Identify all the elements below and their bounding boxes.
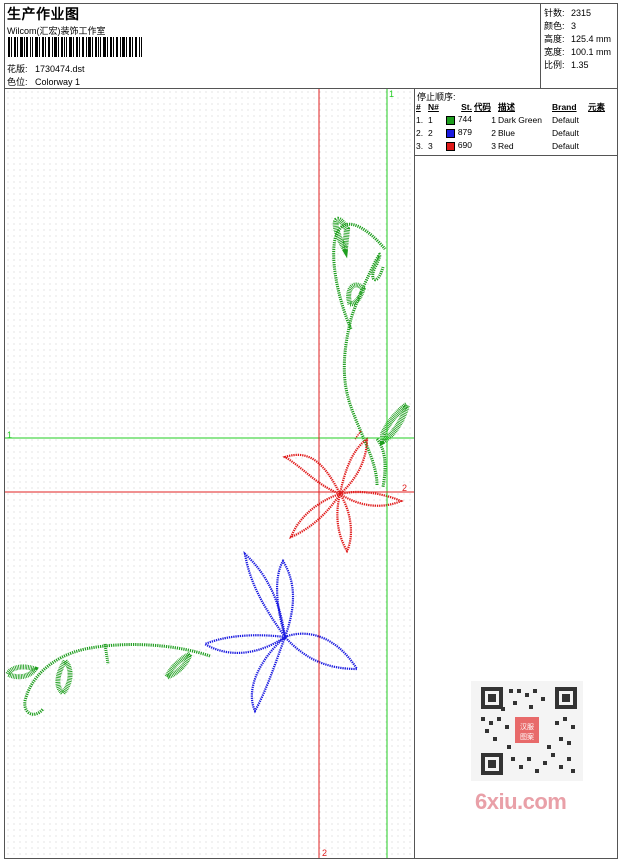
watermark-text: 6xiu.com [475,789,567,814]
col-header-stitches: St. [461,101,472,112]
stop-table-divider [414,155,618,156]
row-index: 1. [416,114,424,125]
row-description: Blue [498,127,516,138]
red-horizontal-guide-label: 2 [402,483,408,493]
panel-divider [414,88,415,859]
row-index: 3. [416,140,424,151]
colorway-label: 色位: [7,77,28,87]
green-horizontal-guide-label: 1 [7,430,13,440]
green-vine-bottom [5,643,211,716]
row-stitches: 744 [443,113,473,126]
col-header-code: 代码 [474,101,492,112]
qr-badge-text-top: 汉服 [520,723,534,731]
company-name: Wilcom(汇宏)装饰工作室 [7,26,106,36]
table-header-row: # N# St. 代码 描述 Brand 元素 [415,100,618,113]
table-row[interactable]: 2. 2 879 2 Blue Default [415,126,618,139]
row-brand: Default [552,127,579,138]
row-description: Red [498,140,514,151]
design-stats-panel: 针数: 2315 颜色: 3 高度: 125.4 mm 宽度: 100.1 mm 比例:… [540,3,618,88]
table-row[interactable]: 3. 3 690 3 Red Default [415,139,618,152]
color-swatch [446,128,456,138]
stop-sequence-panel: 停止顺序: # N# St. 代码 描述 Brand 元素 1. 1 744 1… [415,89,618,155]
row-description: Dark Green [498,114,542,125]
qr-badge-text-bottom: 图案 [520,732,534,741]
stat-width: 宽度: 100.1 mm [544,47,612,57]
stat-scale: 比例: 1.35 [544,60,589,70]
design-file-value: 1730474.dst [35,64,85,74]
row-code: 3 [491,140,496,151]
color-swatch [446,141,456,151]
row-code: 2 [491,127,496,138]
row-needle: 1 [428,114,433,125]
stop-sequence-table: # N# St. 代码 描述 Brand 元素 1. 1 744 1 Dark … [415,100,618,152]
row-stitches: 690 [443,139,473,152]
stat-stitches: 针数: 2315 [544,8,592,18]
col-header-brand: Brand [552,101,577,112]
barcode [8,37,142,57]
row-stitches: 879 [443,126,473,139]
sheet-title: 生产作业图 [7,6,80,22]
row-code: 1 [491,114,496,125]
design-file-row: 花版: 1730474.dst [7,62,85,75]
row-brand: Default [552,114,579,125]
stat-height: 高度: 125.4 mm [544,34,612,44]
embroidery-preview [5,89,414,858]
stat-colors: 颜色: 3 [544,21,577,31]
row-needle: 2 [428,127,433,138]
col-header-index: # [416,101,421,112]
row-needle: 3 [428,140,433,151]
row-brand: Default [552,140,579,151]
qr-code: 汉服 图案 [471,681,583,781]
color-swatch [446,115,456,125]
design-canvas[interactable] [5,89,414,858]
green-vine-top [332,216,412,488]
green-vertical-guide-label: 1 [389,89,395,99]
colorway-row: 色位: Colorway 1 [7,75,80,88]
col-header-element: 元素 [588,101,606,112]
row-element [587,113,618,126]
col-header-needle: N# [428,101,439,112]
row-element [587,126,618,139]
red-vertical-guide-label: 2 [322,848,328,858]
qr-code-graphic: 汉服 图案 [471,681,583,781]
table-row[interactable]: 1. 1 744 1 Dark Green Default [415,113,618,126]
row-element [587,139,618,152]
col-header-description: 描述 [498,101,516,112]
colorway-value: Colorway 1 [35,77,81,87]
design-label: 花版: [7,64,28,74]
row-index: 2. [416,127,424,138]
blue-flower [202,551,359,714]
